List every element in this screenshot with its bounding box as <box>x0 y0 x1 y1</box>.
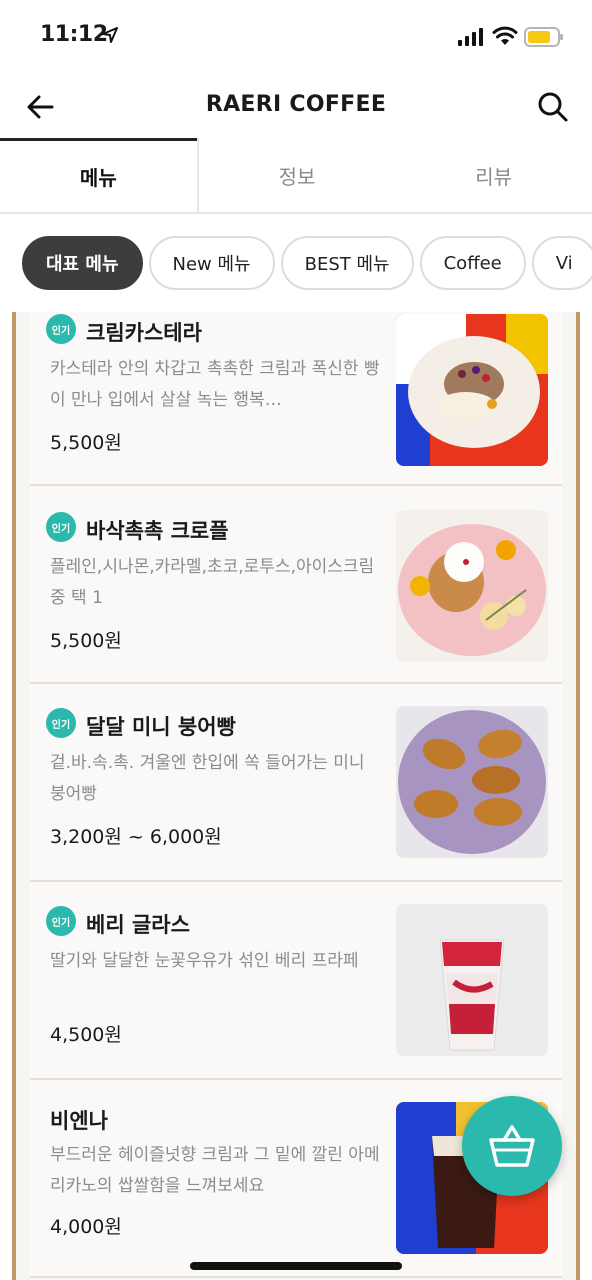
tab-bar: 메뉴 정보 리뷰 <box>0 138 592 214</box>
menu-item-name: 비엔나 <box>50 1109 108 1133</box>
wifi-icon <box>492 26 518 45</box>
menu-item-image <box>396 510 548 662</box>
chip-best-menu[interactable]: BEST 메뉴 <box>280 236 414 290</box>
menu-item-description: 카스테라 안의 차갑고 촉촉한 크림과 폭신한 빵이 만나 입에서 살살 녹는 … <box>50 359 380 410</box>
search-icon[interactable] <box>534 88 572 126</box>
chip-coffee[interactable]: Coffee <box>419 236 526 290</box>
popular-badge: 인기 <box>46 512 76 542</box>
menu-item-image <box>396 314 548 466</box>
tab-review[interactable]: 리뷰 <box>395 138 592 212</box>
chip-new-menu[interactable]: New 메뉴 <box>148 236 275 290</box>
menu-item-price: 5,500원 <box>50 432 122 454</box>
menu-item-image <box>396 904 548 1056</box>
menu-item-description: 플레인,시나몬,카라멜,초코,로투스,아이스크림 중 택 1 <box>50 557 375 608</box>
menu-item[interactable]: 인기 크림카스테라 카스테라 안의 차갑고 촉촉한 크림과 폭신한 빵이 만나 … <box>30 288 562 486</box>
basket-icon <box>489 1125 535 1167</box>
menu-item[interactable]: 인기 달달 미니 붕어빵 겉.바.속.촉. 겨울엔 한입에 쏙 들어가는 미니 … <box>30 684 562 882</box>
menu-item-description: 딸기와 달달한 눈꽃우유가 섞인 베리 프라페 <box>50 951 359 971</box>
menu-item-description: 부드러운 헤이즐넛향 크림과 그 밑에 깔린 아메리카노의 쌉쌀함을 느껴보세요 <box>50 1145 380 1196</box>
chip-signature-menu[interactable]: 대표 메뉴 <box>22 236 143 290</box>
battery-icon <box>524 27 563 47</box>
tab-menu[interactable]: 메뉴 <box>0 138 197 212</box>
menu-item[interactable]: 인기 바삭촉촉 크로플 플레인,시나몬,카라멜,초코,로투스,아이스크림 중 택… <box>30 486 562 684</box>
cart-button[interactable] <box>462 1096 562 1196</box>
home-indicator <box>190 1262 402 1270</box>
status-time: 11:12 <box>40 22 108 47</box>
menu-item[interactable]: 인기 베리 글라스 딸기와 달달한 눈꽃우유가 섞인 베리 프라페 4,500원 <box>30 882 562 1080</box>
menu-item-image <box>396 706 548 858</box>
menu-item-name: 크림카스테라 <box>86 321 202 345</box>
menu-item-name: 바삭촉촉 크로플 <box>86 519 229 543</box>
popular-badge: 인기 <box>46 708 76 738</box>
menu-item-description: 겉.바.속.촉. 겨울엔 한입에 쏙 들어가는 미니 붕어빵 <box>50 753 365 804</box>
popular-badge: 인기 <box>46 906 76 936</box>
popular-badge: 인기 <box>46 314 76 344</box>
signal-icon <box>458 28 483 46</box>
menu-item-name: 베리 글라스 <box>86 913 190 937</box>
chip-vi[interactable]: Vi <box>531 236 592 290</box>
header: RAERI COFFEE <box>0 76 592 138</box>
status-bar: 11:12 <box>0 0 592 76</box>
menu-item-price: 3,200원 ~ 6,000원 <box>50 826 222 848</box>
menu-item-price: 5,500원 <box>50 630 122 652</box>
page-title: RAERI COFFEE <box>205 92 387 117</box>
menu-item-price: 4,000원 <box>50 1216 122 1238</box>
menu-item-name: 달달 미니 붕어빵 <box>86 715 236 739</box>
menu-item-price: 4,500원 <box>50 1024 122 1046</box>
location-arrow-icon <box>102 27 118 43</box>
tab-info[interactable]: 정보 <box>196 138 396 212</box>
